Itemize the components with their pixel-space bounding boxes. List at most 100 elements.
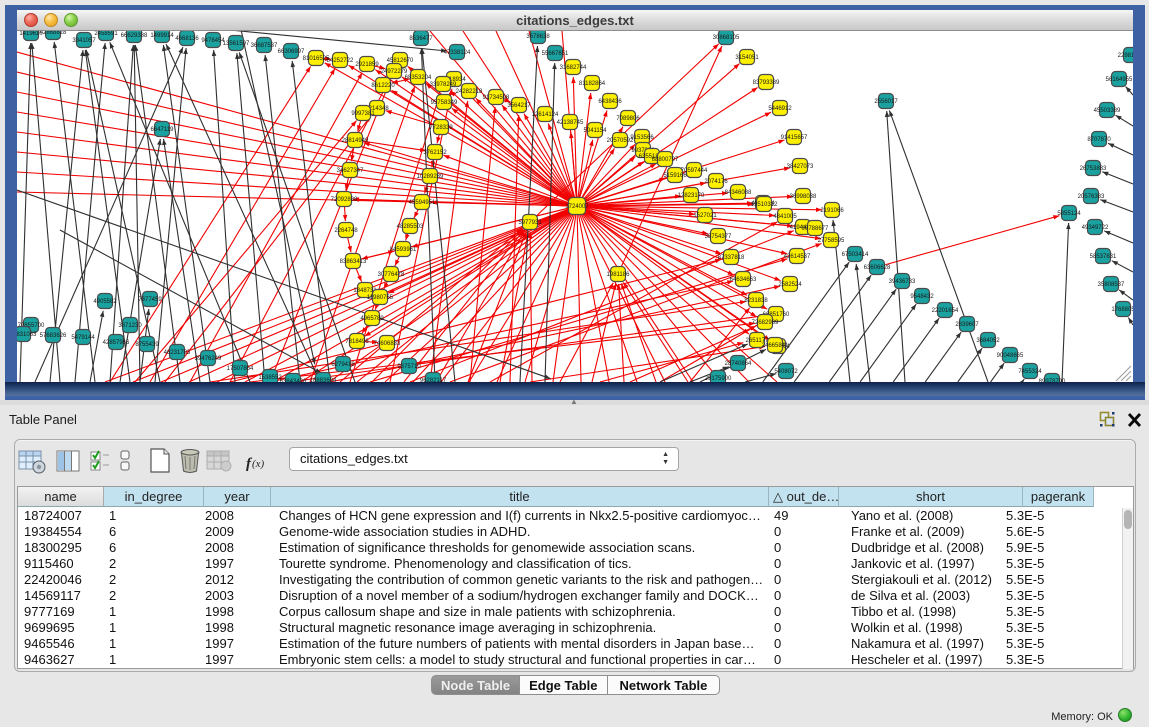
svg-text:35808537: 35808537 <box>1098 282 1125 288</box>
svg-text:4905582: 4905582 <box>93 299 117 305</box>
svg-text:7455324: 7455324 <box>1018 369 1042 375</box>
svg-text:67503414: 67503414 <box>842 252 869 258</box>
svg-text:2191066: 2191066 <box>820 208 844 214</box>
svg-text:84346088: 84346088 <box>725 190 752 196</box>
svg-text:1724007: 1724007 <box>565 204 589 210</box>
svg-text:48285503: 48285503 <box>397 224 424 230</box>
svg-text:4668136: 4668136 <box>175 36 199 42</box>
svg-text:47338124: 47338124 <box>444 50 471 56</box>
svg-text:68800797: 68800797 <box>652 157 679 163</box>
svg-text:3154051: 3154051 <box>735 55 759 61</box>
svg-text:19510312: 19510312 <box>751 202 778 208</box>
svg-text:10289289: 10289289 <box>417 174 444 180</box>
svg-text:72092888: 72092888 <box>331 197 358 203</box>
svg-text:12823170: 12823170 <box>678 193 705 199</box>
svg-text:87337818: 87337818 <box>718 255 745 261</box>
svg-text:64634663: 64634663 <box>730 277 757 283</box>
svg-text:9153566: 9153566 <box>630 135 654 141</box>
svg-text:2264748: 2264748 <box>334 228 358 234</box>
svg-text:33978249: 33978249 <box>430 82 457 88</box>
svg-text:20576383: 20576383 <box>1078 194 1105 200</box>
svg-text:39436733: 39436733 <box>889 279 916 285</box>
svg-text:42857966: 42857966 <box>103 340 130 346</box>
svg-text:31682744: 31682744 <box>560 65 587 71</box>
svg-text:(x): (x) <box>252 458 265 470</box>
svg-text:2074176: 2074176 <box>704 179 728 185</box>
svg-text:36687537: 36687537 <box>251 43 278 49</box>
svg-text:7089806: 7089806 <box>616 116 640 122</box>
svg-text:30776478: 30776478 <box>378 272 405 278</box>
svg-text:68353204: 68353204 <box>405 75 432 81</box>
svg-text:39476249: 39476249 <box>195 356 222 362</box>
svg-text:28740864: 28740864 <box>725 361 752 367</box>
svg-text:9548432: 9548432 <box>910 294 934 300</box>
svg-text:66629388: 66629388 <box>121 33 148 39</box>
svg-text:8536477: 8536477 <box>409 36 433 42</box>
svg-text:5159166: 5159166 <box>663 173 687 179</box>
svg-text:2458591: 2458591 <box>94 31 118 37</box>
svg-text:1768805: 1768805 <box>1111 307 1133 313</box>
svg-text:84593961: 84593961 <box>390 247 417 253</box>
svg-text:83793389: 83793389 <box>753 80 780 86</box>
svg-text:38754377: 38754377 <box>705 234 732 240</box>
svg-text:81182864: 81182864 <box>579 81 606 87</box>
svg-text:45503389: 45503389 <box>1094 108 1121 114</box>
svg-text:5408072: 5408072 <box>774 369 798 375</box>
svg-text:45594951: 45594951 <box>409 200 436 206</box>
svg-text:8612220: 8612220 <box>371 83 395 89</box>
svg-text:42614537: 42614537 <box>784 254 811 260</box>
svg-text:34627347: 34627347 <box>337 168 364 174</box>
svg-text:31831063: 31831063 <box>17 332 37 338</box>
svg-text:99788677: 99788677 <box>802 226 829 232</box>
svg-text:26753883: 26753883 <box>1080 166 1107 172</box>
svg-text:1499914: 1499914 <box>150 33 174 39</box>
svg-text:22201654: 22201654 <box>932 308 959 314</box>
svg-text:7377459: 7377459 <box>138 297 162 303</box>
svg-text:57683626: 57683626 <box>40 333 67 339</box>
svg-text:30868105: 30868105 <box>713 35 740 41</box>
svg-text:13561597: 13561597 <box>223 41 250 47</box>
svg-text:84252722: 84252722 <box>327 58 354 64</box>
svg-text:8231838: 8231838 <box>744 298 768 304</box>
svg-text:5041154: 5041154 <box>584 128 608 134</box>
svg-text:1527021: 1527021 <box>693 213 717 219</box>
svg-text:12614124: 12614124 <box>532 112 559 118</box>
svg-text:28814949: 28814949 <box>342 138 369 144</box>
svg-text:36998038: 36998038 <box>790 194 817 200</box>
svg-text:27758595: 27758595 <box>818 238 845 244</box>
svg-text:42868828: 42868828 <box>40 31 67 36</box>
svg-text:3762152: 3762152 <box>423 150 447 156</box>
svg-text:2839607: 2839607 <box>955 322 979 328</box>
svg-text:3871230: 3871230 <box>118 323 142 329</box>
svg-text:9375710: 9375710 <box>397 364 421 370</box>
svg-text:83863413: 83863413 <box>340 259 367 265</box>
svg-text:5977931: 5977931 <box>518 220 542 226</box>
svg-text:2582524: 2582524 <box>778 282 802 288</box>
svg-text:29175900: 29175900 <box>705 376 732 382</box>
svg-text:4965789: 4965789 <box>360 316 384 322</box>
svg-text:5446912: 5446912 <box>768 106 792 112</box>
svg-text:5479144: 5479144 <box>71 335 95 341</box>
svg-text:42138745: 42138745 <box>557 120 584 126</box>
svg-text:17507864: 17507864 <box>227 366 254 372</box>
svg-text:95758349: 95758349 <box>431 100 458 106</box>
svg-text:5855124: 5855124 <box>1057 211 1081 217</box>
svg-text:6438436: 6438436 <box>598 99 622 105</box>
svg-text:2556017: 2556017 <box>874 99 898 105</box>
svg-text:4841005: 4841005 <box>773 214 797 220</box>
svg-text:6647119: 6647119 <box>151 127 175 133</box>
svg-text:24665841: 24665841 <box>762 343 789 349</box>
svg-text:49349722: 49349722 <box>1082 225 1109 231</box>
svg-text:7728339: 7728339 <box>429 125 453 131</box>
svg-text:91734598: 91734598 <box>483 95 510 101</box>
svg-text:9997381: 9997381 <box>351 111 375 117</box>
svg-text:3678638: 3678638 <box>526 34 550 40</box>
svg-text:74606833: 74606833 <box>374 341 401 347</box>
svg-text:45812670: 45812670 <box>387 58 414 64</box>
svg-text:24282218: 24282218 <box>456 89 483 95</box>
svg-text:46231783: 46231783 <box>164 350 191 356</box>
svg-text:7818496: 7818496 <box>345 339 369 345</box>
svg-text:3564217: 3564217 <box>507 103 531 109</box>
svg-text:6279418: 6279418 <box>331 362 355 368</box>
svg-text:58537831: 58537831 <box>1090 254 1117 260</box>
